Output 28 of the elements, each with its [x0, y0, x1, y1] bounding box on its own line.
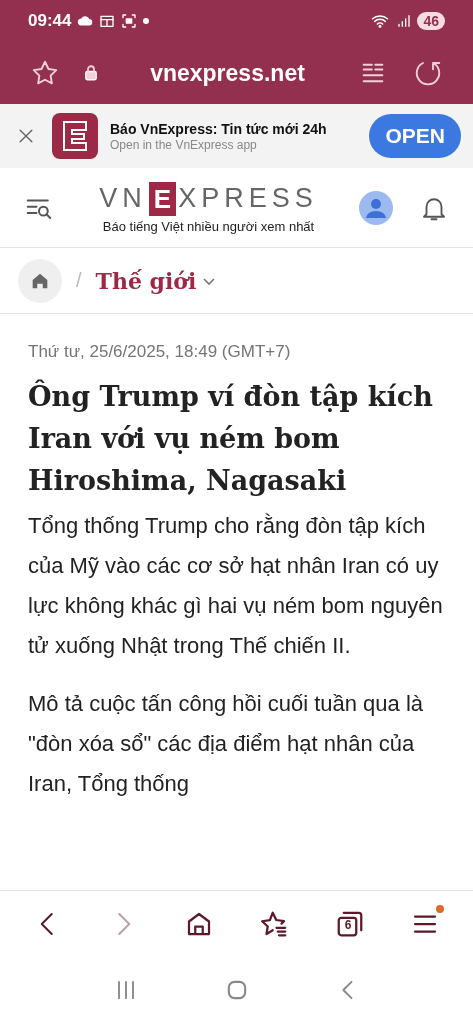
lock-icon	[82, 64, 100, 82]
wifi-icon	[371, 12, 390, 30]
banner-subtitle: Open in the VnExpress app	[110, 137, 258, 152]
article-date: Thứ tư, 25/6/2025, 18:49 (GMT+7)	[28, 342, 292, 362]
banner-title: Báo VnExpress: Tin tức mới 24h	[110, 120, 328, 138]
open-button[interactable]: OPEN	[369, 114, 461, 158]
logo-text: VN	[99, 183, 147, 214]
logo-text: XPRESS	[178, 183, 318, 214]
avatar-icon[interactable]	[359, 190, 393, 225]
article-title: Ông Trump ví đòn tập kích Iran với vụ ném bom Hiroshima, Nagasaki	[28, 378, 434, 498]
tagline: Báo tiếng Việt nhiều người xem nhất	[102, 218, 315, 234]
section-link[interactable]: Thế giới	[95, 267, 217, 294]
battery-level: 46	[417, 12, 445, 30]
url-text[interactable]: vnexpress.net	[118, 59, 337, 87]
signal-icon	[395, 13, 412, 29]
app-icon	[52, 113, 98, 159]
article-paragraph: Mô tả cuộc tấn công hồi cuối tuần qua là "đòn xóa sổ" các địa điểm hạt nhân của Iran, Tổng thống	[28, 690, 425, 798]
calendar-icon	[99, 13, 116, 29]
cloud-icon	[77, 13, 94, 29]
logo-mark: E	[148, 181, 177, 216]
breadcrumb-separator: /	[76, 269, 82, 292]
home-button[interactable]	[18, 258, 62, 303]
tab-count: 6	[344, 917, 352, 932]
article-lead: Tổng thống Trump cho rằng đòn tập kích của Mỹ vào các cơ sở hạt nhân Iran có uy lực không khác gì hai vụ ném bom nguyên tử xuống Nhật trong Thế chiến II.	[28, 512, 444, 660]
notification-dot-icon	[143, 18, 150, 24]
status-time: 09:44	[28, 11, 72, 31]
screenshot-icon	[121, 13, 138, 29]
tabs-button[interactable]: 6	[330, 904, 369, 943]
